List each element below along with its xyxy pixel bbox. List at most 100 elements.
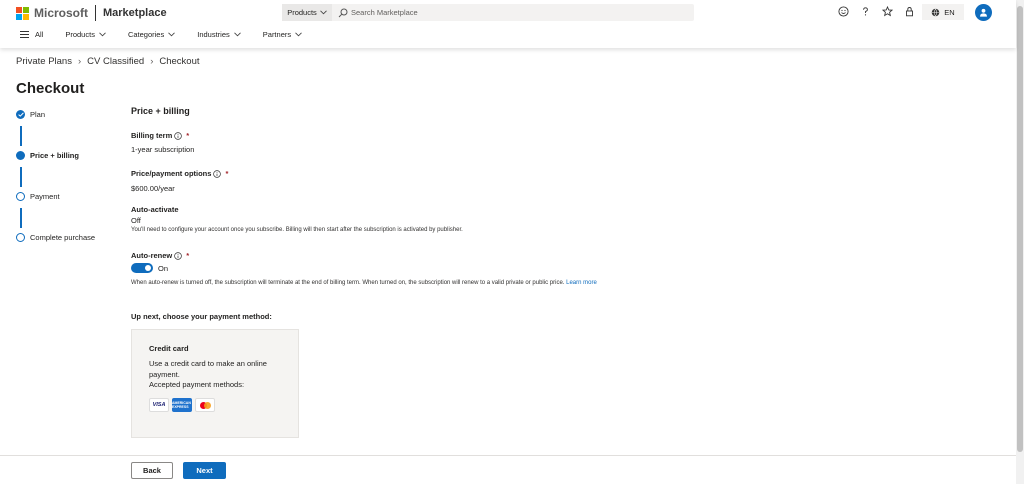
back-button[interactable]: Back [131,462,173,479]
nav-partners-label: Partners [262,30,292,39]
favorites-star-icon[interactable] [881,5,894,18]
credit-card-title: Credit card [149,344,189,353]
info-icon[interactable] [213,169,222,178]
billing-term-value: 1-year subscription [131,145,195,154]
language-label: EN [944,7,955,17]
step-payment[interactable]: Payment [16,192,60,201]
step-plan-label: Plan [30,110,46,119]
billing-term-label-text: Billing term [131,131,173,140]
step-connector [20,126,22,146]
breadcrumb-checkout: Checkout [159,56,200,67]
chevron-down-icon [319,10,327,15]
step-complete-purchase[interactable]: Complete purchase [16,233,95,242]
price-options-label: Price/payment options * [131,169,228,178]
search-icon [338,8,348,17]
breadcrumb-cv-classified[interactable]: CV Classified [87,56,144,67]
auto-activate-hint: You'll need to configure your account on… [131,227,463,233]
product-name: Marketplace [103,7,167,19]
breadcrumb-separator: › [77,56,82,67]
toggle-track[interactable] [131,263,153,273]
required-marker: * [186,251,190,260]
step-price-billing[interactable]: Price + billing [16,151,79,160]
mastercard-logo-icon [195,398,215,412]
nav-categories[interactable]: Categories [127,30,176,39]
nav-partners[interactable]: Partners [263,30,302,39]
price-options-label-text: Price/payment options [131,169,212,178]
scrollbar-thumb[interactable] [1017,6,1023,452]
page-title: Checkout [16,80,85,97]
step-connector [20,167,22,187]
chevron-down-icon [233,32,241,37]
breadcrumb-separator: › [150,56,154,67]
category-nav: All Products Categories Industries Partn… [20,30,324,39]
user-avatar[interactable] [975,4,992,21]
chevron-down-icon [295,32,302,37]
chevron-down-icon [99,32,106,37]
globe-icon [932,8,940,16]
footer-divider [0,455,1016,456]
search-category-label: Products [287,8,317,17]
nav-all-button[interactable]: All [20,30,43,39]
auto-renew-hint-text: When auto-renew is turned off, the subsc… [131,280,565,286]
next-button[interactable]: Next [183,462,226,479]
toggle-knob [145,265,151,271]
brand-name: Microsoft [34,6,88,20]
auto-renew-hint: When auto-renew is turned off, the subsc… [131,280,597,286]
hamburger-menu-icon [20,31,29,38]
auto-activate-label-text: Auto-activate [131,205,179,214]
required-marker: * [225,169,229,178]
microsoft-logo-icon [16,6,29,20]
section-title: Price + billing [131,106,190,116]
step-plan[interactable]: Plan [16,110,45,119]
search-bar: Products [282,4,694,21]
auto-activate-label: Auto-activate [131,205,179,214]
top-header: Microsoft Marketplace Products EN [0,0,1016,48]
auto-activate-value: Off [131,216,141,225]
lock-icon[interactable] [903,5,916,18]
marketplace-logo[interactable]: Microsoft Marketplace [16,5,167,21]
visa-logo-icon: VISA [149,398,169,412]
required-marker: * [186,131,190,140]
user-icon [980,8,987,17]
header-icons [837,5,916,18]
auto-renew-toggle[interactable]: On [131,263,168,273]
nav-products[interactable]: Products [65,30,106,39]
step-price-billing-label: Price + billing [30,151,79,160]
checkmark-icon [16,110,25,119]
step-connector [20,208,22,228]
logo-divider [95,5,96,21]
step-complete-purchase-label: Complete purchase [30,233,96,242]
help-icon[interactable] [859,5,872,18]
breadcrumb: Private Plans › CV Classified › Checkout [16,56,200,67]
nav-industries[interactable]: Industries [197,30,241,39]
nav-industries-label: Industries [197,30,230,39]
language-button[interactable]: EN [922,4,964,20]
pending-step-circle-icon [16,192,25,201]
credit-card-option[interactable]: Credit card Use a credit card to make an… [131,329,299,438]
auto-renew-state: On [158,263,169,273]
payment-method-heading: Up next, choose your payment method: [131,312,272,321]
info-icon[interactable] [174,131,183,140]
info-icon[interactable] [174,251,183,260]
learn-more-link[interactable]: Learn more [566,280,597,286]
current-step-dot-icon [16,151,25,160]
nav-all-label: All [35,30,44,39]
chevron-down-icon [168,32,176,37]
nav-categories-label: Categories [127,30,165,39]
price-value: $600.00/year [131,184,175,193]
credit-card-description: Use a credit card to make an online paym… [149,359,267,379]
pending-step-circle-icon [16,233,25,242]
accepted-methods-label: Accepted payment methods: [149,380,245,389]
search-input[interactable] [351,8,681,17]
auto-renew-label: Auto-renew * [131,251,189,260]
nav-products-label: Products [65,30,95,39]
feedback-smiley-icon[interactable] [837,5,850,18]
auto-renew-label-text: Auto-renew [131,251,173,260]
step-payment-label: Payment [30,192,60,201]
amex-logo-icon: AMERICAN EXPRESS [172,398,192,412]
payment-logos: VISA AMERICAN EXPRESS [149,398,215,412]
search-category-dropdown[interactable]: Products [282,4,332,21]
page-scrollbar[interactable] [1016,0,1024,484]
billing-term-label: Billing term * [131,131,189,140]
breadcrumb-private-plans[interactable]: Private Plans [16,56,72,67]
